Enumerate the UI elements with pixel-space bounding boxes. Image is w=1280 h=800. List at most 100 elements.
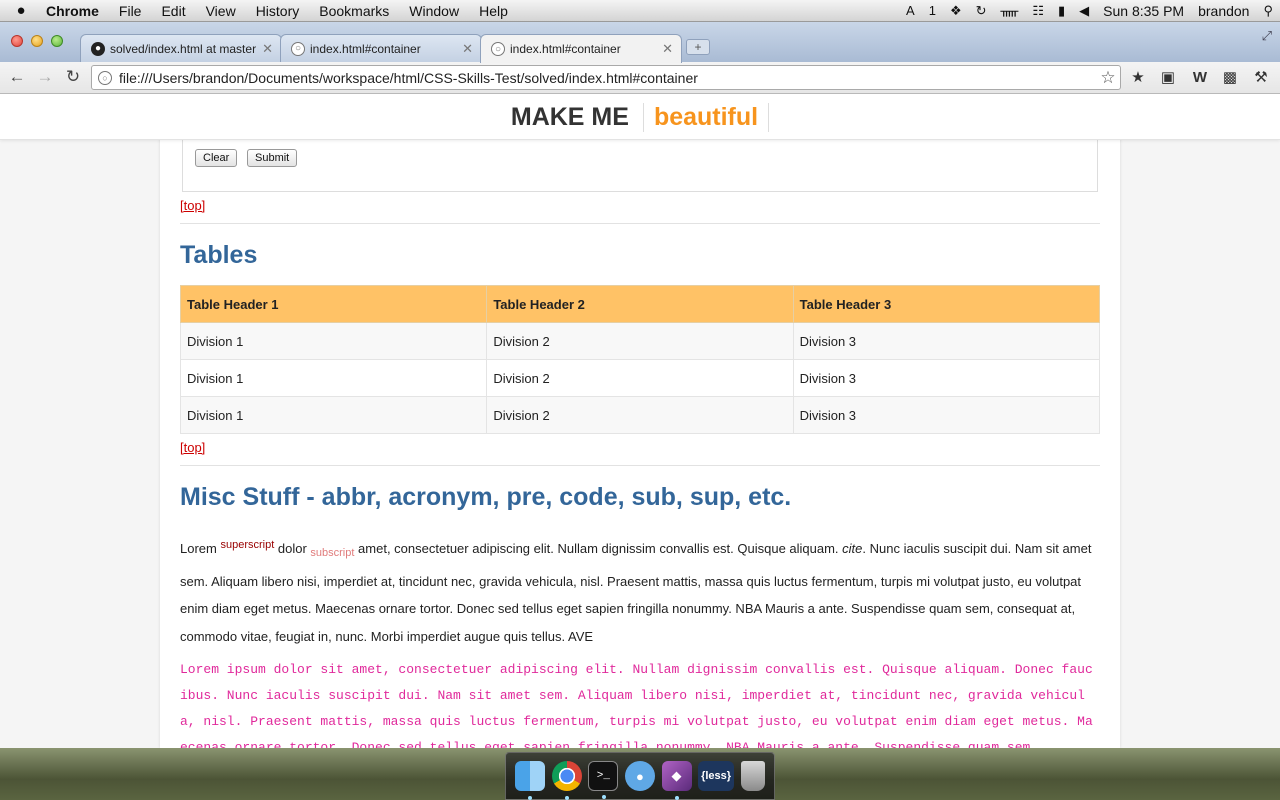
bookmark-star-icon[interactable]: ☆ [1096,68,1120,88]
menu-help[interactable]: Help [469,0,518,22]
paragraph-text: dolor [274,541,311,556]
dock: >_ ● ◆ {less} [505,752,775,800]
page-viewport: MAKE ME beautiful Clear Submit [top] Tab… [0,95,1280,748]
menu-bookmarks[interactable]: Bookmarks [309,0,399,22]
close-tab-icon[interactable]: ✕ [662,41,673,57]
close-tab-icon[interactable]: ✕ [262,41,273,57]
misc-heading: Misc Stuff - abbr, acronym, pre, code, s… [180,483,792,511]
table-cell: Division 1 [179,322,488,360]
user-menu[interactable]: brandon [1191,0,1256,22]
forward-arrow-icon[interactable]: → [34,66,56,88]
table-cell: Division 1 [179,396,488,434]
menu-history[interactable]: History [246,0,310,22]
subscript-text: subscript [310,547,355,559]
table-cell: Division 3 [792,359,1101,397]
facetime-icon[interactable]: ● [624,761,655,791]
menu-view[interactable]: View [196,0,246,22]
menu-window[interactable]: Window [399,0,469,22]
tab-index-1[interactable]: ○ index.html#container ✕ [280,34,482,62]
tab-github[interactable]: ● solved/index.html at master ✕ [80,34,282,62]
close-tab-icon[interactable]: ✕ [462,41,473,57]
clear-button[interactable]: Clear [195,149,238,167]
table-row: Division 1 Division 2 Division 3 [179,396,1101,434]
finder-icon[interactable] [515,761,546,800]
tab-index-active[interactable]: ○ index.html#container ✕ [480,34,682,63]
time-machine-icon[interactable]: ↻ [969,0,994,22]
adobe-icon[interactable]: A [899,0,922,22]
github-icon: ● [91,41,105,56]
menu-bar: ● Chrome File Edit View History Bookmark… [0,0,1280,22]
site-logo: MAKE ME beautiful [511,102,770,132]
zoom-window-button[interactable] [51,35,63,47]
address-bar[interactable]: ○ file:///Users/brandon/Documents/worksp… [91,65,1121,90]
apple-menu-icon[interactable]: ● [0,2,42,19]
app-icon[interactable]: ◆ [661,761,692,800]
new-tab-button[interactable]: + [686,39,710,55]
tables-heading: Tables [180,241,258,269]
globe-icon: ○ [491,42,505,56]
table-cell: Division 2 [486,322,794,360]
wrench-icon[interactable]: ⚒ [1250,68,1272,88]
extension-icon[interactable]: ★ [1127,68,1149,88]
less-icon[interactable]: {less} [698,761,735,791]
superscript-text: superscript [220,539,275,551]
submit-button[interactable]: Submit [247,149,298,167]
table-cell: Division 2 [486,359,794,397]
table-header-2: Table Header 2 [486,285,794,323]
brand-make-me: MAKE ME [511,102,644,132]
reload-icon[interactable]: ↻ [62,66,84,88]
bluetooth-icon[interactable]: ᚅ [994,0,1026,22]
table-row: Division 1 Division 2 Division 3 [179,322,1101,360]
w-extension-icon[interactable]: W [1189,68,1211,88]
notification-count: 1 [928,2,936,18]
tab-title: solved/index.html at master [110,41,257,56]
table-cell: Division 2 [486,396,794,434]
fullscreen-icon[interactable]: ⤢ [1262,28,1272,44]
tab-strip: ● solved/index.html at master ✕ ○ index.… [0,22,1280,63]
paragraph-text: amet, consectetuer adipiscing elit. Null… [354,541,843,556]
globe-icon: ○ [291,41,305,56]
trash-icon[interactable] [740,761,765,791]
table-cell: Division 3 [792,396,1101,434]
table-cell: Division 1 [179,359,488,397]
top-link[interactable]: [top] [180,440,205,455]
browser-toolbar: ← → ↻ ○ file:///Users/brandon/Documents/… [0,62,1280,94]
terminal-icon[interactable]: >_ [588,761,619,799]
close-window-button[interactable] [11,35,23,47]
cite-text: cite [842,541,863,556]
page-icon: ○ [98,70,112,85]
table-header-1: Table Header 1 [179,285,488,323]
url-text[interactable]: file:///Users/brandon/Documents/workspac… [119,70,1096,86]
battery-icon[interactable]: ▮ [1051,0,1072,22]
table-row: Division 1 Division 2 Division 3 [179,359,1101,397]
divider [180,465,1100,466]
content-container: Clear Submit [top] Tables Table Header 1… [160,95,1120,748]
menu-edit[interactable]: Edit [151,0,195,22]
wifi-icon[interactable]: ☷ [1025,0,1051,22]
data-table: Table Header 1 Table Header 2 Table Head… [179,285,1101,434]
top-link[interactable]: [top] [180,198,205,213]
misc-paragraph: Lorem superscript dolor subscript amet, … [180,532,1100,650]
table-header-3: Table Header 3 [792,285,1101,323]
menu-file[interactable]: File [109,0,152,22]
volume-icon[interactable]: ◀ [1072,0,1096,22]
clock[interactable]: Sun 8:35 PM [1096,0,1191,22]
table-cell: Division 3 [792,322,1101,360]
dropbox-icon[interactable]: ❖ [943,0,969,22]
table-header-row: Table Header 1 Table Header 2 Table Head… [179,285,1101,323]
brand-beautiful: beautiful [644,102,770,132]
spotlight-icon[interactable]: ⚲ [1256,0,1280,22]
divider [180,223,1100,224]
tab-title: index.html#container [310,41,421,56]
menu-chrome[interactable]: Chrome [42,0,109,22]
monitor-icon[interactable]: ▩ [1219,68,1241,88]
tab-title: index.html#container [510,42,621,56]
minimize-window-button[interactable] [31,35,43,47]
site-header: MAKE ME beautiful [0,95,1280,140]
paragraph-text: Lorem [180,541,221,556]
screenshot-icon[interactable]: ▣ [1157,68,1179,88]
chrome-icon[interactable] [551,761,582,800]
browser-window: ● solved/index.html at master ✕ ○ index.… [0,22,1280,748]
preformatted-text: Lorem ipsum dolor sit amet, consectetuer… [180,662,1093,748]
back-arrow-icon[interactable]: ← [6,66,28,88]
